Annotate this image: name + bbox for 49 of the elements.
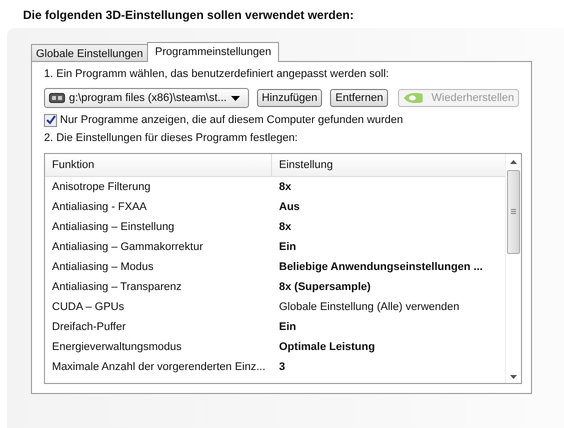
tab[interactable]: Globale Einstellungen xyxy=(31,44,148,61)
list-row[interactable]: Antialiasing - FXAA Aus xyxy=(45,197,505,217)
table-cell-text: Antialiasing - FXAA xyxy=(51,201,148,213)
table-cell-text: Optimale Leistung xyxy=(278,341,376,353)
dropdown-arrow-icon xyxy=(230,96,240,100)
table-cell-text: Ein xyxy=(278,321,298,333)
list-row[interactable]: Antialiasing – Gammakorrektur Ein xyxy=(45,237,505,257)
scroll-down-arrow-icon[interactable] xyxy=(510,375,517,379)
table-cell-text: 8x (Supersample) xyxy=(278,281,372,293)
list-row[interactable]: CUDA – GPUs Globale Einstellung (Alle) verwenden xyxy=(45,297,505,317)
list-row[interactable]: Energieverwaltungsmodus Optimale Leistung xyxy=(45,337,505,357)
list-row[interactable]: Antialiasing – Transparenz 8x (Supersample) xyxy=(45,277,505,297)
section-heading: Die folgenden 3D-Einstellungen sollen verwendet werden: xyxy=(22,7,355,24)
table-cell-text: 3 xyxy=(278,361,286,373)
list-row[interactable]: Antialiasing – Einstellung 8x xyxy=(45,217,505,237)
table-cell-text: Energieverwaltungsmodus xyxy=(51,341,183,353)
list-row[interactable]: Maximale Anzahl der vorgerenderten Einz... 3 xyxy=(45,357,505,377)
checkbox[interactable] xyxy=(44,114,57,126)
checkbox-label: Nur Programme anzeigen, die auf diesem Computer gefunden wurden xyxy=(60,114,404,126)
table-cell-text: 8x xyxy=(278,181,292,193)
tab[interactable]: Programmeinstellungen xyxy=(147,42,280,62)
column-header[interactable]: Funktion xyxy=(45,154,272,176)
table-cell-text: Beliebige Anwendungseinstellungen ... xyxy=(278,261,484,273)
table-cell-text: Aus xyxy=(278,201,301,213)
application-icon xyxy=(49,93,65,103)
list-row[interactable]: Antialiasing – Modus Beliebige Anwendungseinstellungen ... xyxy=(45,257,505,277)
program-dropdown[interactable]: g:\program files (x86)\steam\st... xyxy=(44,88,249,108)
list-row[interactable]: Dreifach-Puffer Ein xyxy=(45,317,505,337)
action-button[interactable]: Hinzufügen xyxy=(256,89,322,107)
table-cell-text: Anisotrope Filterung xyxy=(51,181,152,193)
table-cell-text: Maximale Anzahl der vorgerenderten Einz... xyxy=(51,361,266,373)
table-cell-text: Globale Einstellung (Alle) verwenden xyxy=(278,301,460,313)
grip-icon xyxy=(511,209,516,215)
column-header[interactable]: Einstellung xyxy=(272,154,340,176)
table-cell-text: Antialiasing – Einstellung xyxy=(51,221,176,233)
scroll-up-arrow-icon[interactable] xyxy=(510,160,517,164)
scrollbar[interactable] xyxy=(505,154,521,383)
table-cell-text: CUDA – GPUs xyxy=(51,301,126,313)
eye-logo-icon xyxy=(403,91,424,105)
action-button[interactable]: Entfernen xyxy=(330,89,388,107)
table-cell-text: 8x xyxy=(278,221,292,233)
table-cell-text: Antialiasing – Modus xyxy=(51,261,155,273)
step-label: 2. Die Einstellungen für dieses Programm festlegen: xyxy=(44,131,299,146)
table-cell-text: Dreifach-Puffer xyxy=(51,321,127,333)
step-label: 1. Ein Programm wählen, das benutzerdefiniert angepasst werden soll: xyxy=(44,67,390,82)
table-cell-text: Antialiasing – Gammakorrektur xyxy=(51,241,204,253)
table-cell-text: Ein xyxy=(278,241,298,253)
table-cell-text: Antialiasing – Transparenz xyxy=(51,281,183,293)
list-row[interactable]: Anisotrope Filterung 8x xyxy=(45,177,505,197)
